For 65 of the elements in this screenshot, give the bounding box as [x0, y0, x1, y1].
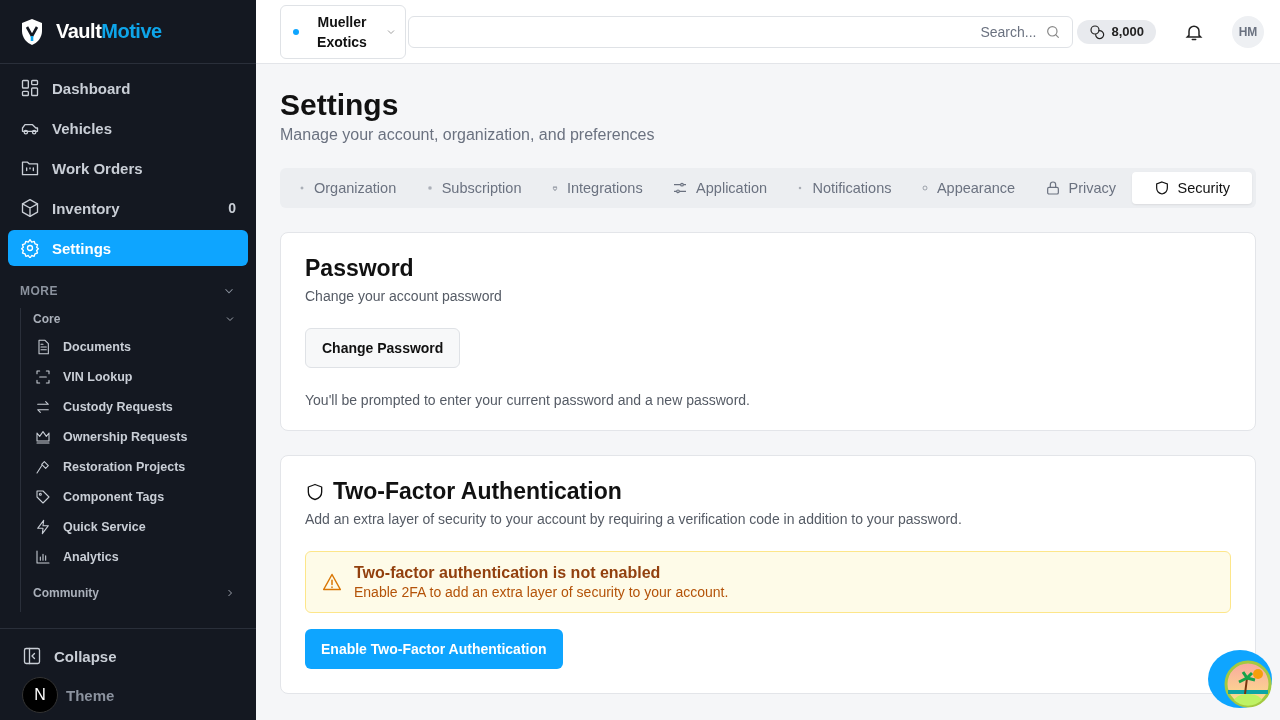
user-avatar[interactable]: HM	[1232, 15, 1264, 48]
search-field[interactable]: Search...	[408, 15, 1074, 48]
chat-button[interactable]	[1208, 650, 1272, 708]
collapse-button[interactable]: Collapse	[22, 641, 234, 671]
dashboard-icon	[20, 78, 40, 98]
coins-icon	[1089, 23, 1106, 40]
sub-nav-item[interactable]: Quick Service	[33, 512, 236, 542]
gear-icon	[20, 238, 40, 258]
item-count: 0	[228, 200, 236, 216]
sub-nav-item[interactable]: Component Tags	[33, 482, 236, 512]
change-password-button[interactable]: Change Password	[305, 328, 461, 368]
nav-item[interactable]: Work Orders	[8, 150, 248, 186]
card-title: Password	[305, 255, 414, 282]
sub-nav-item[interactable]: Documents	[33, 332, 236, 362]
sub-nav-item[interactable]: Ownership Requests	[33, 422, 236, 452]
dot-icon	[298, 184, 306, 192]
settings-tab[interactable]: Application	[658, 172, 782, 204]
crown-icon	[35, 429, 51, 445]
lightning-icon	[35, 519, 51, 535]
shield-icon	[305, 481, 325, 502]
card-description: Add an extra layer of security to your account by requiring a verification code in addition to your password.	[305, 511, 962, 527]
shield-icon	[1153, 180, 1170, 196]
password-note: You'll be prompted to enter your current password and a new password.	[305, 392, 750, 408]
bar-chart-icon	[35, 549, 51, 565]
warning-icon	[322, 572, 342, 592]
group-toggle[interactable]: Core	[33, 308, 236, 330]
island-drawing	[1224, 660, 1272, 708]
status-dot	[293, 28, 299, 35]
theme-button[interactable]: Theme	[66, 686, 115, 704]
group-toggle[interactable]: Community	[33, 582, 236, 604]
sub-nav-item[interactable]: Analytics	[33, 542, 236, 572]
sub-nav-item[interactable]: Custody Requests	[33, 392, 236, 422]
n-badge[interactable]: N	[22, 677, 58, 713]
document-icon	[35, 339, 51, 355]
more-section-toggle[interactable]: MORE	[20, 280, 236, 302]
alert-message: Enable 2FA to add an extra layer of security to your account.	[354, 584, 729, 600]
settings-tab[interactable]: Privacy	[1030, 172, 1131, 204]
brand-name: VaultMotive	[56, 20, 162, 43]
settings-tab[interactable]: Organization	[284, 172, 411, 204]
page-title: Settings	[280, 88, 400, 122]
sliders-icon	[672, 180, 689, 196]
shield-logo-icon	[20, 17, 44, 46]
alert-title: Two-factor authentication is not enabled	[354, 564, 662, 582]
arrows-icon	[35, 399, 51, 415]
search-icon	[1045, 23, 1062, 40]
settings-tab[interactable]: Subscription	[411, 172, 536, 204]
sidebar-collapse-icon	[22, 646, 42, 666]
credits-badge: 8,000	[1077, 19, 1156, 44]
nav-item[interactable]: Inventory 0	[8, 190, 248, 226]
card-description: Change your account password	[305, 288, 502, 304]
settings-tab[interactable]: Security	[1131, 172, 1252, 204]
page-subtitle: Manage your account, organization, and preferences	[280, 126, 656, 144]
lock-icon	[1044, 180, 1061, 196]
tag-icon	[35, 489, 51, 505]
settings-tab[interactable]: Notifications	[782, 172, 906, 204]
nav-item[interactable]: Vehicles	[8, 110, 248, 146]
card-title: Two-Factor Authentication	[333, 478, 622, 505]
nav-item[interactable]: Dashboard	[8, 70, 248, 106]
settings-tab[interactable]: Integrations	[536, 172, 657, 204]
settings-tab[interactable]: Appearance	[906, 172, 1030, 204]
sub-nav-item[interactable]: Restoration Projects	[33, 452, 236, 482]
scan-icon	[35, 369, 51, 385]
box-icon	[20, 198, 40, 218]
sub-nav-item[interactable]: VIN Lookup	[33, 362, 236, 392]
organization-switcher[interactable]: Mueller Exotics	[280, 4, 406, 59]
